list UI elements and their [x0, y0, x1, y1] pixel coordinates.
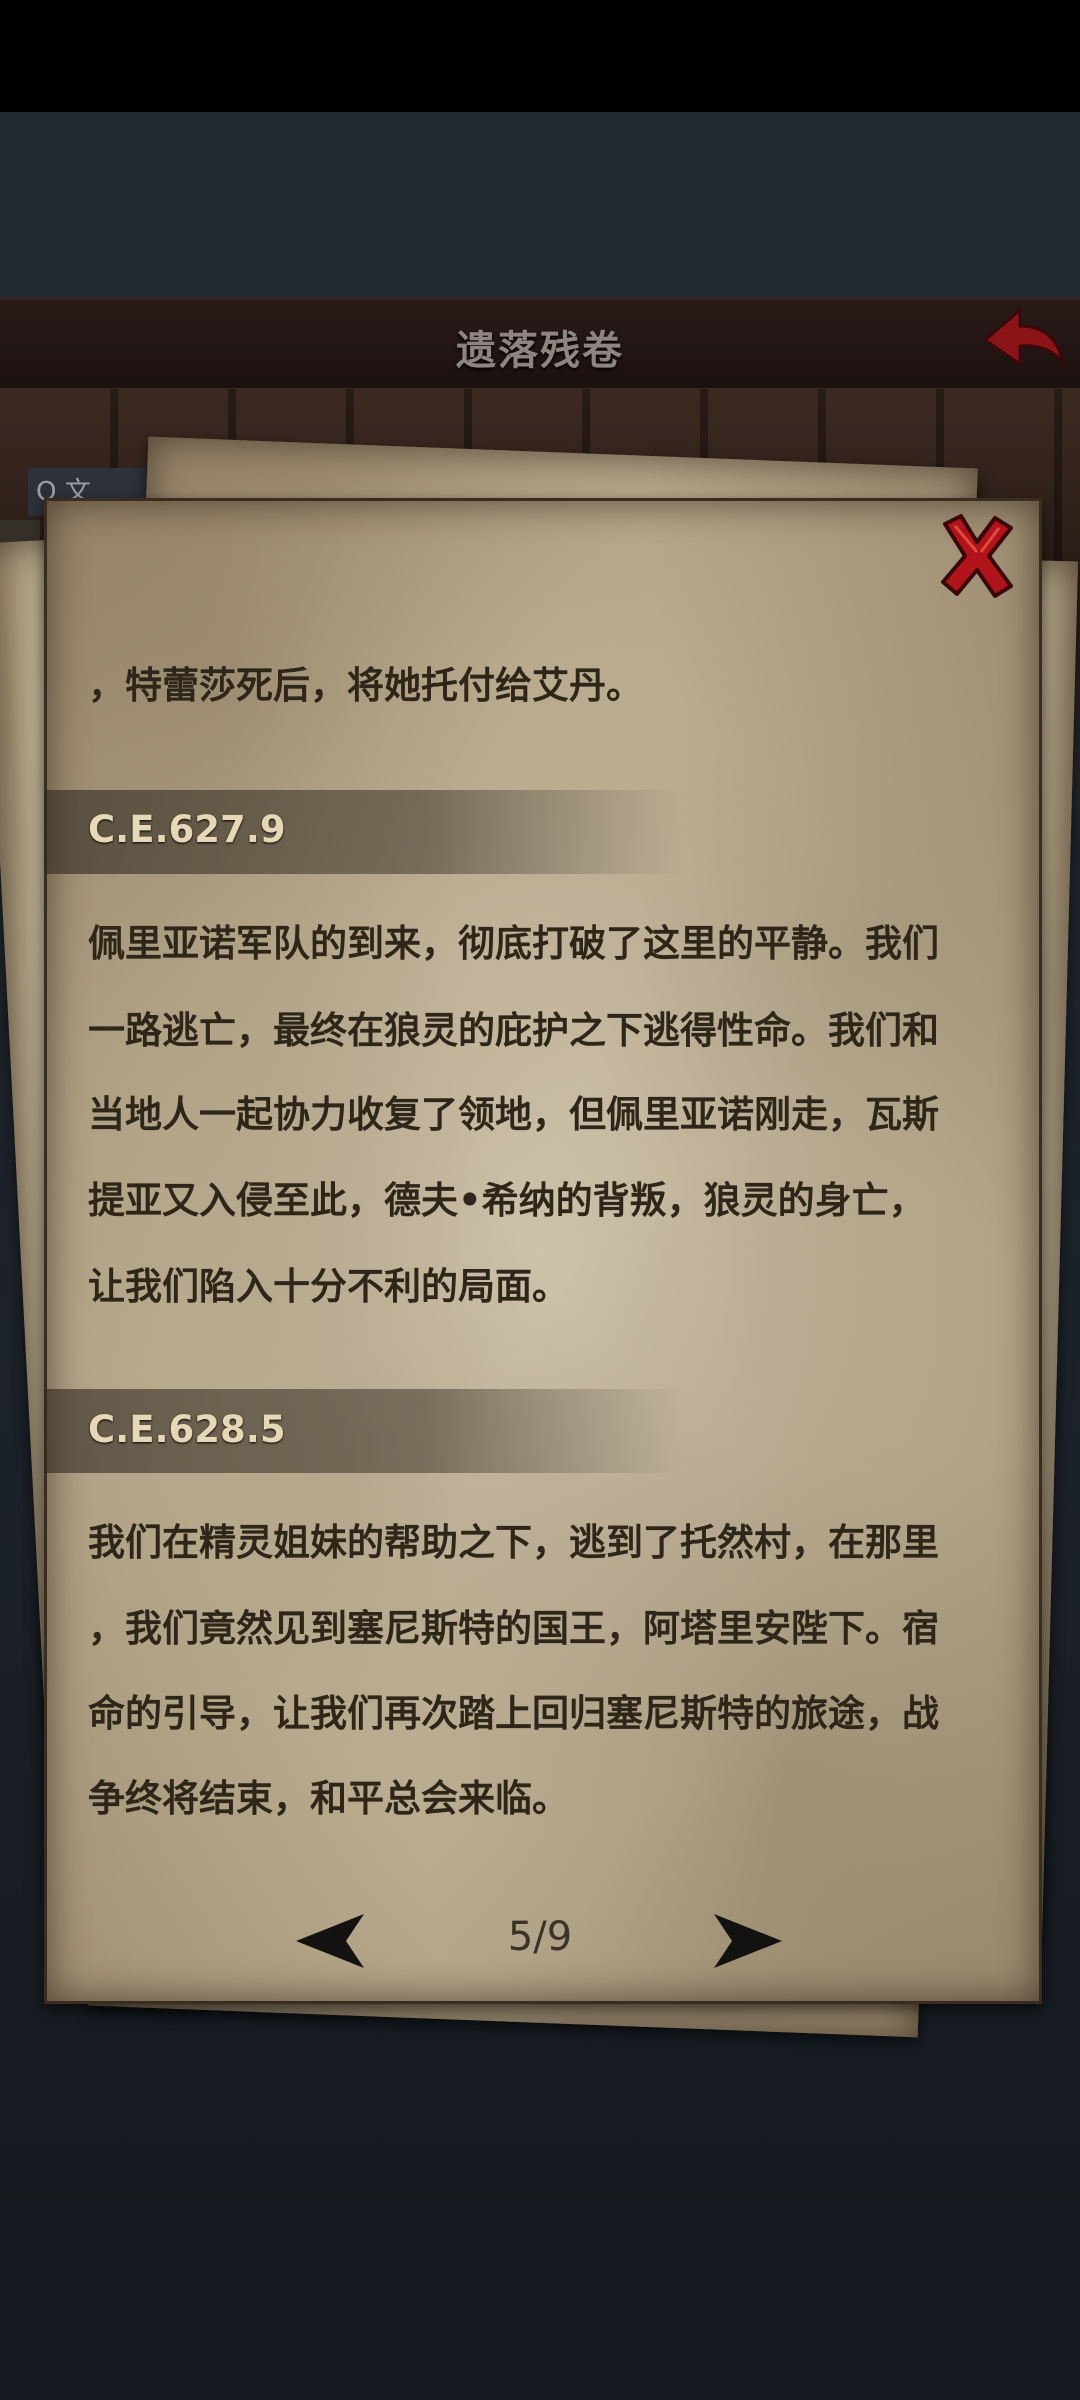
back-button[interactable] — [975, 300, 1070, 380]
text-line: 一路逃亡，最终在狼灵的庇护之下逃得性命。我们和 — [88, 1009, 939, 1052]
text-line: 提亚又入侵至此，德夫•希纳的背叛，狼灵的身亡， — [88, 1179, 926, 1222]
text-line: ，我们竟然见到塞尼斯特的国王，阿塔里安陛下。宿 — [88, 1607, 939, 1650]
close-button[interactable] — [937, 512, 1017, 598]
text-line: 当地人一起协力收复了领地，但佩里亚诺刚走，瓦斯 — [88, 1093, 939, 1136]
text-line: 让我们陷入十分不利的局面。 — [88, 1265, 569, 1308]
arrow-right-icon — [714, 1914, 782, 1968]
back-arrow-icon — [982, 306, 1066, 368]
bottom-band — [0, 2215, 1080, 2400]
page-title: 遗落残卷 — [456, 328, 624, 374]
text-line: 佩里亚诺军队的到来，彻底打破了这里的平静。我们 — [88, 922, 939, 965]
text-line: ，特蕾莎死后，将她托付给艾丹。 — [88, 664, 643, 707]
arrow-left-icon — [296, 1914, 364, 1968]
previous-page-button[interactable] — [294, 1912, 366, 1970]
close-x-icon — [941, 514, 1013, 598]
title-bar: 遗落残卷 — [0, 298, 1080, 391]
text-line: 命的引导，让我们再次踏上回归塞尼斯特的旅途，战 — [88, 1692, 939, 1735]
text-line: 争终将结束，和平总会来临。 — [88, 1777, 569, 1820]
date-heading: C.E.627.9 — [88, 808, 286, 851]
page-indicator: 5/9 — [507, 1914, 573, 1960]
text-line: 我们在精灵姐妹的帮助之下，逃到了托然村，在那里 — [88, 1521, 939, 1564]
date-heading: C.E.628.5 — [88, 1408, 286, 1451]
next-page-button[interactable] — [712, 1912, 784, 1970]
status-bar — [0, 0, 1080, 112]
